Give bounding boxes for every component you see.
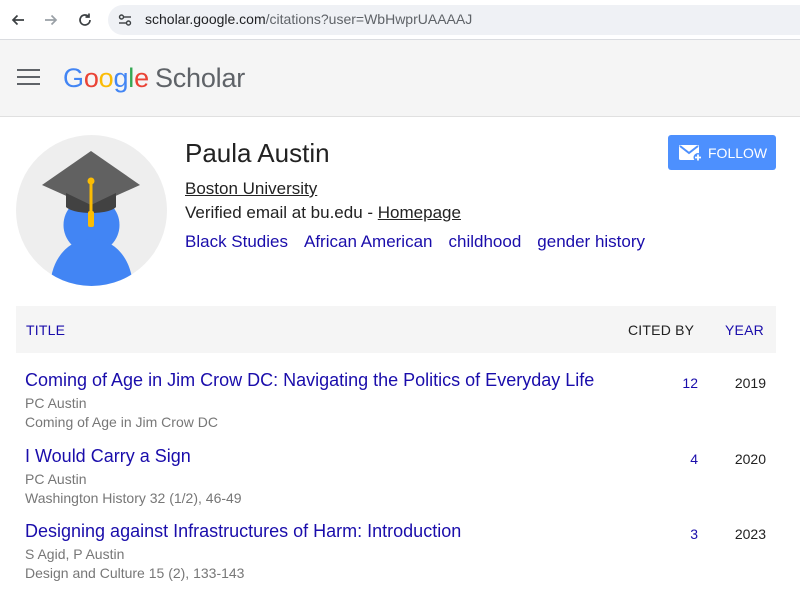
cited-by-count-link[interactable]: 3 bbox=[690, 526, 698, 542]
article-authors: PC Austin bbox=[25, 395, 87, 411]
research-interests: Black Studies African American childhood ge… bbox=[185, 232, 661, 252]
address-bar[interactable]: scholar.google.com/citations?user=WbHwpr… bbox=[108, 5, 800, 35]
site-settings-icon[interactable] bbox=[117, 12, 133, 28]
article-venue: Coming of Age in Jim Crow DC bbox=[25, 414, 218, 430]
article-venue: Design and Culture 15 (2), 133-143 bbox=[25, 565, 245, 581]
profile-affiliation-link[interactable]: Boston University bbox=[185, 179, 317, 199]
profile-name: Paula Austin bbox=[185, 138, 330, 168]
articles-table-header: TITLE CITED BY YEAR bbox=[16, 306, 776, 353]
table-row: Designing against Infrastructures of Har… bbox=[16, 521, 776, 596]
profile-email-line: Verified email at bu.edu - Homepage bbox=[185, 203, 461, 223]
browser-toolbar: scholar.google.com/citations?user=WbHwpr… bbox=[0, 0, 800, 40]
interest-link[interactable]: African American bbox=[304, 232, 433, 251]
verified-email-text: Verified email at bu.edu - bbox=[185, 203, 378, 222]
follow-mail-icon bbox=[679, 144, 703, 162]
cited-by-count-link[interactable]: 4 bbox=[690, 451, 698, 467]
scholar-header: Google Scholar bbox=[0, 40, 800, 117]
article-title-link[interactable]: I Would Carry a Sign bbox=[25, 446, 191, 467]
article-year: 2020 bbox=[734, 451, 766, 467]
logo-scholar-word: Scholar bbox=[154, 63, 246, 93]
url-path: /citations?user=WbHwprUAAAAJ bbox=[265, 11, 473, 27]
table-row: I Would Carry a Sign PC Austin Washingto… bbox=[16, 446, 776, 521]
logo-letter: g bbox=[113, 63, 129, 93]
logo-letter: o bbox=[98, 63, 114, 93]
follow-label: FOLLOW bbox=[708, 144, 768, 161]
logo-letter: o bbox=[83, 63, 99, 93]
homepage-link[interactable]: Homepage bbox=[378, 203, 461, 222]
google-scholar-logo[interactable]: Google Scholar bbox=[63, 63, 245, 94]
sort-by-year[interactable]: YEAR bbox=[725, 322, 764, 338]
profile-avatar bbox=[16, 135, 167, 286]
table-row: Coming of Age in Jim Crow DC: Navigating… bbox=[16, 370, 776, 445]
interest-link[interactable]: Black Studies bbox=[185, 232, 288, 251]
menu-icon[interactable] bbox=[17, 69, 41, 87]
logo-letter: G bbox=[63, 63, 84, 93]
cited-by-header[interactable]: CITED BY bbox=[628, 322, 694, 338]
back-arrow-icon[interactable] bbox=[7, 9, 29, 31]
interest-link[interactable]: childhood bbox=[449, 232, 522, 251]
graduation-cap-avatar-icon bbox=[42, 151, 140, 286]
article-authors: PC Austin bbox=[25, 471, 87, 487]
cited-by-count-link[interactable]: 12 bbox=[682, 375, 698, 391]
article-authors: S Agid, P Austin bbox=[25, 546, 125, 562]
url-text[interactable]: scholar.google.com/citations?user=WbHwpr… bbox=[145, 11, 472, 27]
interest-link[interactable]: gender history bbox=[537, 232, 645, 251]
forward-arrow-icon[interactable] bbox=[40, 9, 62, 31]
article-year: 2023 bbox=[734, 526, 766, 542]
follow-button[interactable]: FOLLOW bbox=[668, 135, 776, 170]
url-host: scholar.google.com bbox=[145, 11, 266, 27]
sort-by-title[interactable]: TITLE bbox=[26, 322, 65, 338]
reload-icon[interactable] bbox=[74, 9, 96, 31]
article-title-link[interactable]: Coming of Age in Jim Crow DC: Navigating… bbox=[25, 370, 594, 391]
article-venue: Washington History 32 (1/2), 46-49 bbox=[25, 490, 242, 506]
logo-letter: e bbox=[134, 63, 149, 93]
article-title-link[interactable]: Designing against Infrastructures of Har… bbox=[25, 521, 461, 542]
article-year: 2019 bbox=[734, 375, 766, 391]
